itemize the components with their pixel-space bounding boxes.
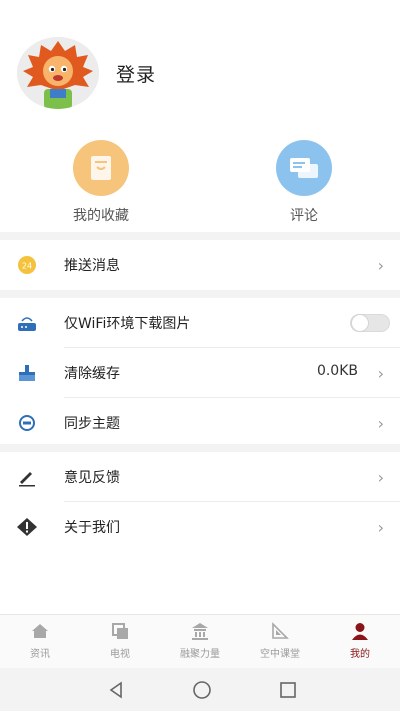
tab-news[interactable]: 资讯 xyxy=(0,621,80,660)
tab-mine[interactable]: 我的 xyxy=(320,621,400,660)
favorites-icon xyxy=(73,140,129,196)
settings-row-feedback[interactable]: 意见反馈 › xyxy=(0,452,400,502)
chevron-right-icon: › xyxy=(377,518,384,537)
tab-tv[interactable]: 电视 xyxy=(80,621,160,660)
tab-label: 电视 xyxy=(110,649,130,660)
about-label: 关于我们 xyxy=(64,520,120,536)
tab-label: 我的 xyxy=(350,649,370,660)
pencil-icon xyxy=(16,467,38,487)
section-divider xyxy=(0,444,400,452)
classroom-icon xyxy=(270,621,290,641)
settings-row-clear-cache[interactable]: 清除缓存 0.0KB › xyxy=(0,348,400,398)
settings-row-sync-theme[interactable]: 同步主题 › xyxy=(0,398,400,448)
tv-icon xyxy=(110,621,130,641)
tab-label: 资讯 xyxy=(30,649,50,660)
section-divider xyxy=(0,290,400,298)
push-badge-icon: 24 xyxy=(16,255,38,275)
avatar[interactable] xyxy=(17,37,99,109)
settings-row-push[interactable]: 24 推送消息 › xyxy=(0,240,400,290)
feedback-label: 意见反馈 xyxy=(64,470,120,486)
home-icon xyxy=(30,621,50,641)
chevron-right-icon: › xyxy=(377,256,384,275)
broom-icon xyxy=(16,363,38,383)
comments-button[interactable]: 评论 xyxy=(244,140,364,225)
chevron-right-icon: › xyxy=(377,414,384,433)
settings-row-wifi-images: 仅WiFi环境下载图片 xyxy=(0,298,400,348)
info-icon xyxy=(16,517,38,537)
tab-strength[interactable]: 融聚力量 xyxy=(160,621,240,660)
recents-icon[interactable] xyxy=(277,679,299,701)
clear-cache-label: 清除缓存 xyxy=(64,366,120,382)
chevron-right-icon: › xyxy=(377,468,384,487)
back-icon[interactable] xyxy=(106,679,128,701)
section-divider xyxy=(0,232,400,240)
favorites-label: 我的收藏 xyxy=(73,208,129,224)
toggle-knob xyxy=(351,314,369,332)
home-button-icon[interactable] xyxy=(191,679,213,701)
comments-icon xyxy=(276,140,332,196)
user-icon xyxy=(350,621,370,641)
cache-size-value: 0.0KB xyxy=(316,363,358,379)
temple-icon xyxy=(190,621,210,641)
quick-actions: 我的收藏 评论 xyxy=(0,128,400,232)
tab-classroom[interactable]: 空中课堂 xyxy=(240,621,320,660)
router-icon xyxy=(16,313,38,333)
favorites-button[interactable]: 我的收藏 xyxy=(41,140,161,225)
svg-text:24: 24 xyxy=(22,262,32,271)
tab-label: 空中课堂 xyxy=(260,649,300,660)
chevron-right-icon: › xyxy=(377,364,384,383)
tab-label: 融聚力量 xyxy=(180,649,220,660)
sync-theme-label: 同步主题 xyxy=(64,416,120,432)
login-link[interactable]: 登录 xyxy=(116,60,156,87)
settings-row-about[interactable]: 关于我们 › xyxy=(0,502,400,552)
profile-header[interactable]: 登录 xyxy=(0,0,400,128)
comments-label: 评论 xyxy=(290,208,318,224)
push-label: 推送消息 xyxy=(64,258,120,274)
wifi-images-label: 仅WiFi环境下载图片 xyxy=(64,316,191,332)
system-nav-bar xyxy=(0,668,400,711)
sync-icon xyxy=(16,413,38,433)
bottom-tab-bar: 资讯 电视 融聚力量 空中课堂 我的 xyxy=(0,614,400,668)
wifi-images-toggle[interactable] xyxy=(350,314,390,332)
